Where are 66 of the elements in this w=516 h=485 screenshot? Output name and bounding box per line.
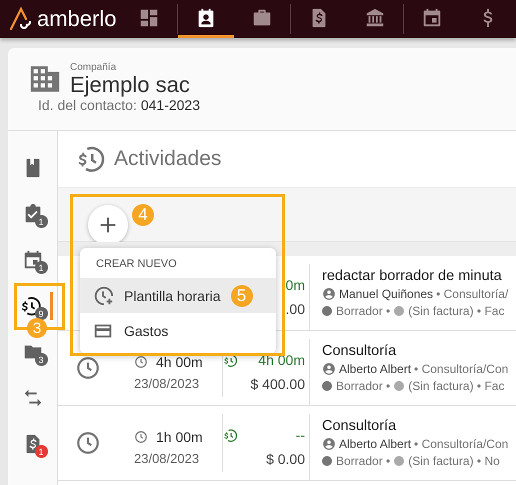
- matter: • Consultoría/: [436, 287, 508, 301]
- status-dot: [322, 381, 332, 391]
- add-button[interactable]: [88, 204, 128, 244]
- count-badge: 1: [34, 215, 48, 228]
- matter: • Consultoría/Con: [414, 362, 508, 376]
- count-badge: 3: [34, 353, 48, 366]
- billed-time: --: [296, 427, 305, 443]
- status-dot: [322, 306, 332, 316]
- dollar-clock-icon: [76, 144, 106, 174]
- count-badge: 1: [34, 445, 48, 458]
- menu-item[interactable]: Gastos: [80, 313, 276, 348]
- status: Borrador •: [336, 304, 390, 318]
- contact-name: Ejemplo sac: [70, 73, 191, 97]
- date: 23/08/2023: [134, 450, 200, 466]
- clock-icon: [75, 355, 101, 381]
- invoice-status: (Sin factura) • No: [408, 454, 500, 468]
- clock-icon: [134, 354, 148, 368]
- section-title: Actividades: [114, 147, 222, 171]
- amount: $ 400.00: [250, 376, 305, 392]
- logo-icon: [8, 6, 34, 32]
- person-icon: [322, 287, 336, 301]
- contact-type: Compañía: [70, 62, 118, 73]
- calendar-icon: [421, 6, 443, 28]
- duration: 4h 00m: [156, 354, 203, 370]
- person-icon: [322, 437, 336, 451]
- contact-id: 041-2023: [140, 97, 200, 113]
- count-badge: 1: [34, 261, 48, 274]
- person-name: Manuel Quiñones: [339, 287, 434, 301]
- date: 23/08/2023: [134, 376, 200, 390]
- amount: .00: [286, 301, 305, 317]
- activity-title: Consultoría: [322, 343, 398, 359]
- status: Borrador •: [336, 454, 390, 468]
- clock-icon: [134, 430, 148, 444]
- status-dot: [394, 456, 404, 466]
- status: Borrador •: [336, 379, 390, 393]
- clock-icon: [75, 430, 101, 456]
- dollar-clock-icon: [223, 428, 238, 442]
- contact-id-label: Id. del contacto:: [38, 97, 137, 113]
- invoice-status: (Sin factura) • Fac: [408, 304, 504, 318]
- status-dot: [394, 381, 404, 391]
- count-badge: 9: [34, 307, 48, 320]
- step-number: 5: [230, 284, 252, 306]
- dollar-clock-icon: [20, 295, 42, 317]
- step-number: 4: [132, 204, 154, 226]
- status-dot: [322, 456, 332, 466]
- person-name: Alberto Albert: [339, 362, 412, 376]
- sidebar-item[interactable]: 1: [12, 200, 52, 228]
- person-icon: [322, 362, 336, 376]
- sidebar-item[interactable]: 1: [12, 430, 52, 458]
- activity-title: redactar borrador de minuta: [322, 268, 503, 284]
- activity-title: Consultoría: [322, 418, 398, 434]
- menu-item[interactable]: Plantilla horaria 5: [80, 278, 276, 313]
- billed-time: 4h 00m: [258, 352, 305, 368]
- duration: 1h 00m: [156, 428, 203, 444]
- status-dot: [394, 306, 404, 316]
- clock-plus-icon: [92, 284, 114, 306]
- invoice-status: (Sin factura) • Fac: [408, 379, 504, 393]
- sidebar-item[interactable]: 1: [12, 246, 52, 274]
- menu-header: CREAR NUEVO: [95, 257, 178, 272]
- billed-time: 0m: [286, 277, 305, 293]
- person-name: Alberto Albert: [339, 437, 412, 451]
- sidebar-item[interactable]: 3: [12, 338, 52, 366]
- logo-text: amberlo: [37, 6, 116, 32]
- bank-icon: [364, 6, 386, 28]
- amount: $ 0.00: [266, 451, 305, 467]
- matter: • Consultoría/Con: [414, 437, 508, 451]
